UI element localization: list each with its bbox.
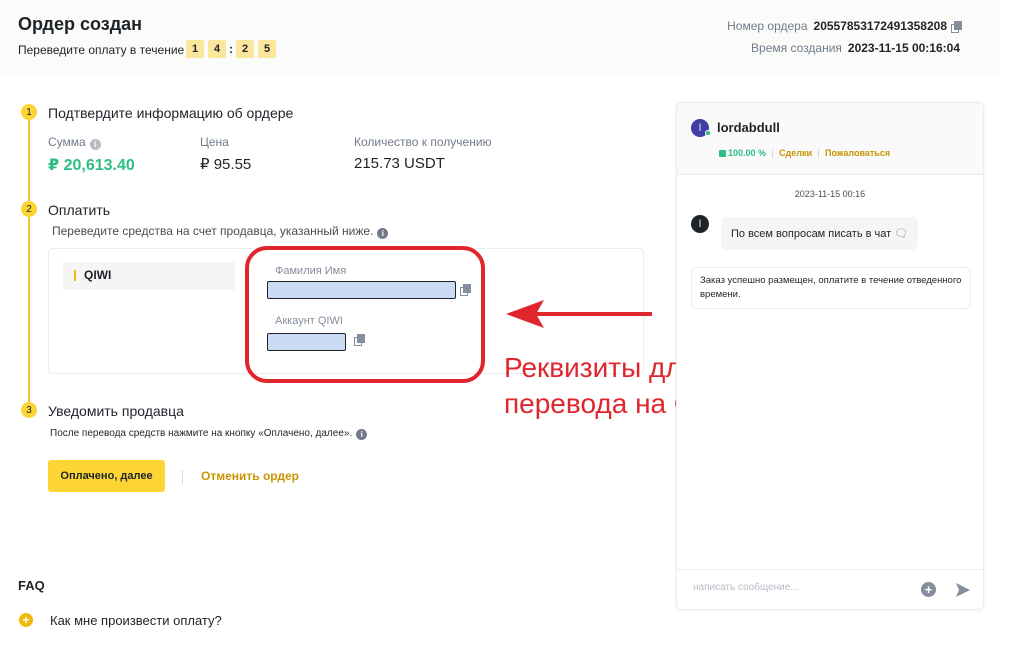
created-time: 2023-11-15 00:16:04: [847, 41, 960, 55]
step-3-title: Уведомить продавца: [48, 403, 184, 419]
seller-message: По всем вопросам писать в чат 🗨: [721, 217, 919, 250]
order-number-row: Номер ордера 20557853172491358208: [727, 15, 962, 37]
sum-label: Сумма i: [48, 135, 101, 150]
seller-rating: 100.00 %: [728, 148, 767, 158]
faq-title: FAQ: [18, 578, 45, 593]
sum-label-text: Сумма: [48, 135, 86, 149]
step-1-badge: 1: [21, 104, 37, 120]
timer-separator: :: [229, 42, 233, 56]
method-indicator: [74, 270, 76, 281]
attach-plus-icon[interactable]: +: [921, 582, 936, 597]
info-icon[interactable]: i: [356, 429, 368, 440]
timer-digit: 5: [258, 40, 276, 58]
send-icon[interactable]: [955, 582, 971, 598]
cancel-order-link[interactable]: Отменить ордер: [201, 469, 299, 483]
created-time-label: Время создания: [751, 41, 842, 55]
system-message: Заказ успешно размещен, оплатите в течен…: [691, 267, 971, 309]
chat-header: l lordabdull 100.00 % Сделки Пожаловатьс…: [677, 103, 983, 175]
copy-icon[interactable]: [951, 21, 962, 33]
timer-label: Переведите оплату в течение: [18, 43, 185, 57]
price-label: Цена: [200, 135, 229, 149]
info-icon[interactable]: i: [377, 228, 389, 239]
qty-label: Количество к получению: [354, 135, 492, 149]
chat-panel: l lordabdull 100.00 % Сделки Пожаловатьс…: [676, 102, 984, 610]
annotation-arrow: [506, 300, 652, 328]
order-number-label: Номер ордера: [727, 19, 808, 33]
thumbs-up-icon: [719, 149, 726, 157]
complain-link[interactable]: Пожаловаться: [825, 148, 890, 158]
divider: [772, 148, 774, 158]
sum-value: ₽ 20,613.40: [48, 157, 135, 174]
chat-date: 2023-11-15 00:16: [794, 189, 866, 199]
speech-bubble-icon: 🗨: [894, 228, 909, 240]
seller-avatar: l: [691, 215, 709, 233]
chat-input-bar: +: [677, 569, 983, 609]
payment-instruction: Переведите средства на счет продавца, ук…: [52, 224, 389, 239]
timer-digit: 1: [186, 40, 204, 58]
created-time-row: Время создания 2023-11-15 00:16:04: [727, 37, 960, 59]
chat-message-input[interactable]: [693, 582, 893, 593]
payment-method-name: QIWI: [84, 268, 112, 282]
paid-next-button[interactable]: Оплачено, далее: [48, 460, 165, 492]
order-number: 20557853172491358208: [813, 19, 947, 33]
divider: [818, 148, 820, 158]
price-value: ₽ 95.55: [200, 156, 252, 173]
divider: [182, 470, 183, 484]
info-icon[interactable]: i: [89, 139, 101, 150]
step-3-badge: 3: [21, 402, 37, 418]
order-header: Ордер создан Переведите оплату в течение…: [0, 0, 1000, 75]
step-2-title: Оплатить: [48, 202, 111, 218]
seller-name[interactable]: lordabdull: [717, 120, 780, 135]
qty-value: 215.73 USDT: [354, 155, 445, 172]
faq-question[interactable]: Как мне произвести оплату?: [50, 613, 222, 628]
order-meta: Номер ордера 20557853172491358208 Время с…: [727, 15, 962, 59]
timer-digit: 2: [236, 40, 254, 58]
seller-stats: 100.00 % Сделки Пожаловаться: [719, 148, 890, 158]
expand-plus-icon[interactable]: +: [19, 613, 33, 627]
payment-instruction-text: Переведите средства на счет продавца, ук…: [52, 224, 374, 238]
step-2-badge: 2: [21, 201, 37, 217]
notify-instruction-text: После перевода средств нажмите на кнопку…: [50, 428, 353, 439]
timer-digit: 4: [208, 40, 226, 58]
countdown-timer: 1 4 : 2 5: [186, 40, 280, 58]
notify-instruction: После перевода средств нажмите на кнопку…: [50, 428, 368, 440]
deals-link[interactable]: Сделки: [779, 148, 812, 158]
seller-message-text: По всем вопросам писать в чат: [731, 228, 892, 240]
annotation-highlight-frame: [245, 246, 485, 383]
steps-timeline: [28, 120, 30, 410]
step-1-title: Подтвердите информацию об ордере: [48, 105, 294, 121]
page-title: Ордер создан: [18, 14, 143, 34]
online-status-dot: [705, 130, 711, 136]
